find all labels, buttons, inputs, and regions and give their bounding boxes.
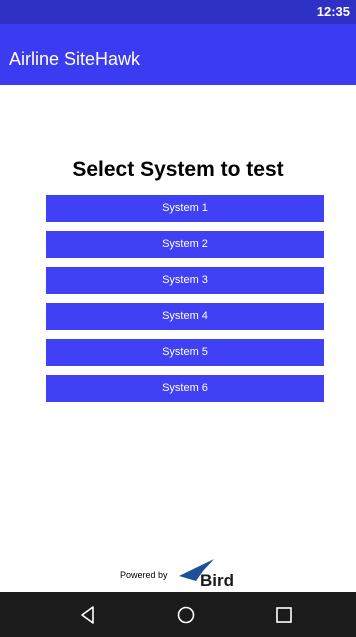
back-icon[interactable]: [77, 604, 99, 626]
system-list: System 1 System 2 System 3 System 4 Syst…: [46, 195, 324, 411]
system-2-button[interactable]: System 2: [46, 231, 324, 258]
status-time: 12:35: [316, 4, 350, 19]
system-6-button[interactable]: System 6: [46, 375, 324, 402]
powered-by-text: Powered by: [120, 570, 168, 580]
home-icon[interactable]: [175, 604, 197, 626]
system-1-button[interactable]: System 1: [46, 195, 324, 222]
bird-logo: Bird: [179, 559, 234, 589]
powered-by-footer: Powered by Bird: [120, 555, 250, 589]
system-3-button[interactable]: System 3: [46, 267, 324, 294]
system-4-button[interactable]: System 4: [46, 303, 324, 330]
status-bar: 12:35: [0, 0, 356, 24]
bird-logo-text: Bird: [200, 571, 234, 589]
app-title: Airline SiteHawk: [9, 49, 141, 69]
navigation-bar: [0, 592, 356, 637]
page-heading: Select System to test: [72, 158, 284, 181]
main-content: Select System to test System 1 System 2 …: [0, 85, 356, 592]
system-5-button[interactable]: System 5: [46, 339, 324, 366]
app-bar: Airline SiteHawk: [0, 24, 356, 85]
recent-apps-icon[interactable]: [273, 604, 295, 626]
